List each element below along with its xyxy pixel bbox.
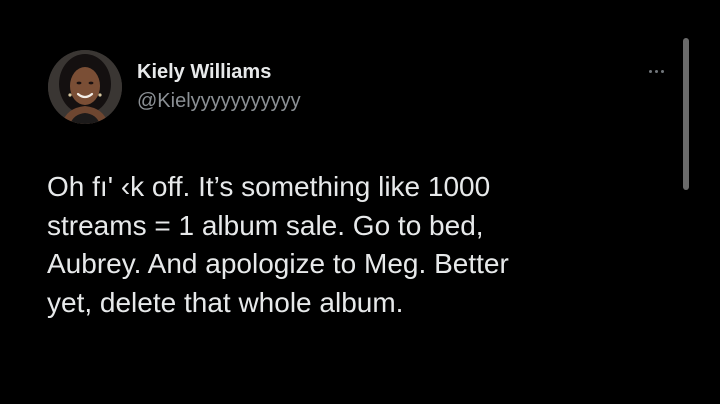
tweet-text-line: Aubrey. And apologize to Meg. Better [47, 248, 509, 279]
tweet-card: Kiely Williams @Kielyyyyyyyyyyy Oh fı' ‹… [0, 0, 720, 404]
more-dot [654, 69, 658, 73]
more-dot [648, 69, 652, 73]
tweet-text-line: Oh fı' ‹k off. It’s something like 1000 [47, 171, 491, 202]
tweet-text: Oh fı' ‹k off. It’s something like 1000 … [47, 168, 677, 322]
avatar-photo [48, 50, 122, 124]
author-name[interactable]: Kiely Williams [137, 61, 271, 84]
tweet-text-line: yet, delete that whole album. [47, 286, 404, 318]
avatar[interactable] [48, 50, 122, 124]
more-horizontal-icon[interactable] [642, 62, 670, 80]
tweet-text-line: streams = 1 album sale. Go to bed, [47, 209, 484, 241]
more-dot [660, 69, 664, 73]
author-handle[interactable]: @Kielyyyyyyyyyyy [137, 90, 301, 113]
scrollbar-thumb[interactable] [683, 38, 689, 190]
